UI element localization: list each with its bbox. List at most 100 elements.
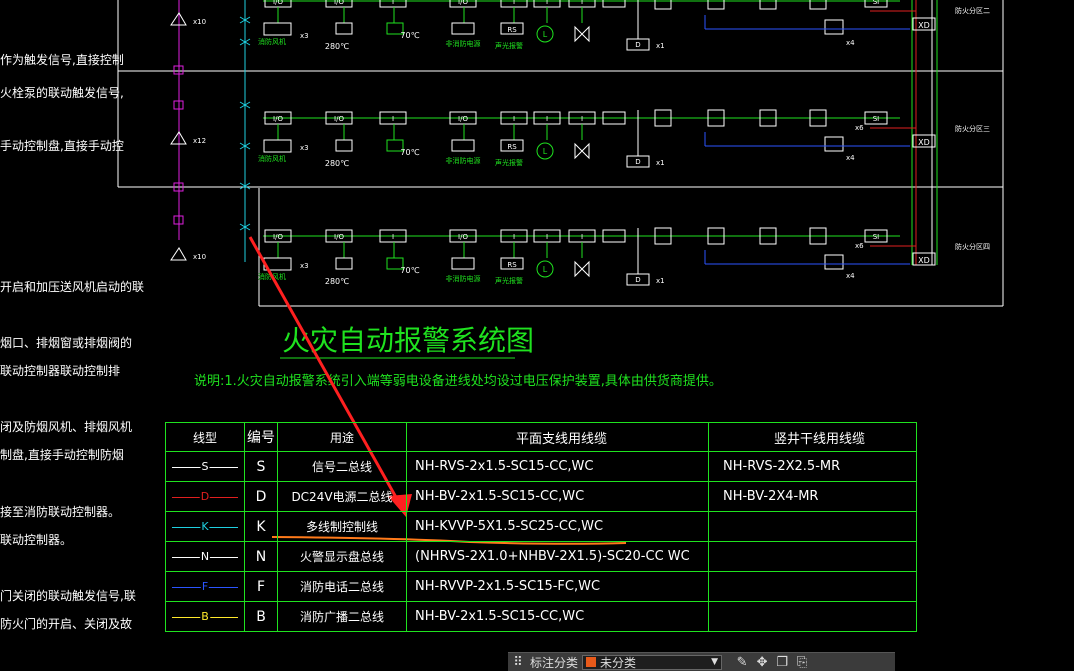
copy-icon[interactable]: ❐: [772, 654, 792, 670]
line-type-letter: F: [200, 579, 210, 593]
grip-icon[interactable]: ⠿: [508, 654, 528, 670]
count-label: x3: [300, 144, 309, 152]
valve-icon: [574, 142, 590, 160]
xd-label: XD: [918, 21, 930, 30]
edit-icon[interactable]: ✎: [732, 654, 752, 670]
xd-label: XD: [918, 138, 930, 147]
io-label: I/O: [273, 233, 283, 241]
table-row: N N 火警显示盘总线 (NHRVS-2X1.0+NHBV-2X1.5)-SC20-C…: [165, 541, 917, 572]
io-label: I/O: [458, 115, 468, 123]
note-line: 联动控制器联动控制排: [0, 364, 121, 378]
fan-label: 消防风机: [258, 37, 286, 46]
note-line: 火栓泵的联动触发信号,: [0, 86, 124, 100]
alarm-label: 声光报警: [495, 158, 523, 167]
count-label: x6: [855, 124, 864, 132]
bell-label: L: [543, 147, 548, 156]
io-label: I: [581, 233, 583, 241]
table-row: F F 消防电话二总线 NH-RVVP-2x1.5-SC15-FC,WC: [165, 571, 917, 602]
heat-detector: [335, 139, 353, 152]
fan-label: 消防风机: [258, 154, 286, 163]
d-label: D: [635, 276, 640, 284]
count-label: x1: [656, 159, 665, 167]
count-label: x4: [846, 39, 855, 47]
note-line: 手动控制盘,直接手动控: [0, 139, 124, 153]
d-label: D: [635, 41, 640, 49]
note-line: 制盘,直接手动控制防烟: [0, 448, 124, 462]
cable-code: F: [244, 571, 278, 602]
heat-detector: [335, 22, 353, 35]
plane-cable: NH-BV-2x1.5-SC15-CC,WC: [406, 601, 709, 632]
io-label: I: [581, 115, 583, 123]
fan-device: [263, 22, 292, 36]
header-plane-cable: 平面支线用线缆: [406, 422, 709, 452]
riser-cable: [708, 541, 917, 572]
temp-label: 280℃: [325, 42, 349, 51]
speaker-symbol: x10: [170, 247, 206, 261]
header-riser-cable: 竖井干线用线缆: [708, 422, 917, 452]
rs-label: RS: [507, 143, 517, 151]
line-type-letter: N: [199, 549, 211, 563]
riser-cable: NH-RVS-2X2.5-MR: [708, 451, 917, 482]
io-label: I: [581, 0, 583, 6]
count-label: x3: [300, 262, 309, 270]
floor-row: I/O I/O I I/O I I I 消防风机 280℃ 70℃ 非消防电源 RS 声光报警 L D SI X…: [258, 0, 990, 51]
cable-use: DC24V电源二总线: [277, 481, 407, 512]
io-label: I/O: [334, 115, 344, 123]
io-label: I/O: [458, 0, 468, 6]
note-line: 门关闭的联动触发信号,联: [0, 589, 136, 603]
temp-label: 70℃: [400, 266, 419, 275]
speaker-symbol: x12: [170, 131, 206, 145]
bell-label: L: [543, 30, 548, 39]
temp-label: 70℃: [400, 31, 419, 40]
count-label: x4: [846, 154, 855, 162]
io-label: I: [392, 233, 394, 241]
phone-device: [824, 19, 844, 35]
io-label: I: [546, 115, 548, 123]
pump-label: 非消防电源: [446, 39, 481, 48]
header-use: 用途: [277, 422, 407, 452]
io-label: I/O: [273, 115, 283, 123]
move-icon[interactable]: ✥: [752, 654, 772, 670]
toolbar-label: 标注分类: [530, 655, 579, 670]
note-line: 联动控制器。: [0, 533, 73, 547]
io-label: I/O: [334, 0, 344, 6]
cable-use: 信号二总线: [277, 451, 407, 482]
alarm-label: 声光报警: [495, 41, 523, 50]
floor-row: I/O I/O I I/O I I I 消防风机 280℃ 70℃ 非消防电源 RS 声光报警 L D SI X…: [258, 109, 990, 168]
si-label: SI: [873, 115, 880, 123]
riser-cable: [708, 511, 917, 542]
table-header-row: 线型 编号 用途 平面支线用线缆 竖井干线用线缆: [165, 422, 917, 452]
temp-label: 280℃: [325, 159, 349, 168]
fan-device: [263, 139, 292, 153]
line-type-sample: D: [165, 481, 245, 512]
count-label: x1: [656, 42, 665, 50]
plane-cable: NH-BV-2x1.5-SC15-CC,WC: [406, 481, 709, 512]
plane-cable: NH-RVS-2x1.5-SC15-CC,WC: [406, 451, 709, 482]
line-type-sample: F: [165, 571, 245, 602]
plane-cable: NH-RVVP-2x1.5-SC15-FC,WC: [406, 571, 709, 602]
valve-icon: [574, 260, 590, 278]
cable-code: K: [244, 511, 278, 542]
speaker-icon: [170, 247, 187, 261]
cable-use: 多线制控制线: [277, 511, 407, 542]
io-label: I/O: [458, 233, 468, 241]
paste-icon[interactable]: ⎘: [792, 654, 812, 670]
line-type-sample: N: [165, 541, 245, 572]
cable-spec-table: 线型 编号 用途 平面支线用线缆 竖井干线用线缆 S S 信号二总线 NH-RVS-2…: [165, 422, 917, 632]
chevron-down-icon: ▼: [711, 657, 719, 667]
note-line: 防火门的开启、关闭及故: [0, 617, 133, 631]
cable-code: D: [244, 481, 278, 512]
cable-code: S: [244, 451, 278, 482]
riser-cable: [708, 571, 917, 602]
count-label: x6: [855, 0, 864, 1]
line-type-sample: S: [165, 451, 245, 482]
io-label: I: [513, 0, 515, 6]
category-select[interactable]: 未分类 ▼: [582, 654, 723, 670]
valve-icon: [574, 25, 590, 43]
io-label: I: [392, 0, 394, 6]
d-label: D: [635, 158, 640, 166]
phone-device: [824, 136, 844, 152]
riser-cable: [708, 601, 917, 632]
floor-label: 防火分区三: [955, 124, 990, 133]
io-label: I: [392, 115, 394, 123]
